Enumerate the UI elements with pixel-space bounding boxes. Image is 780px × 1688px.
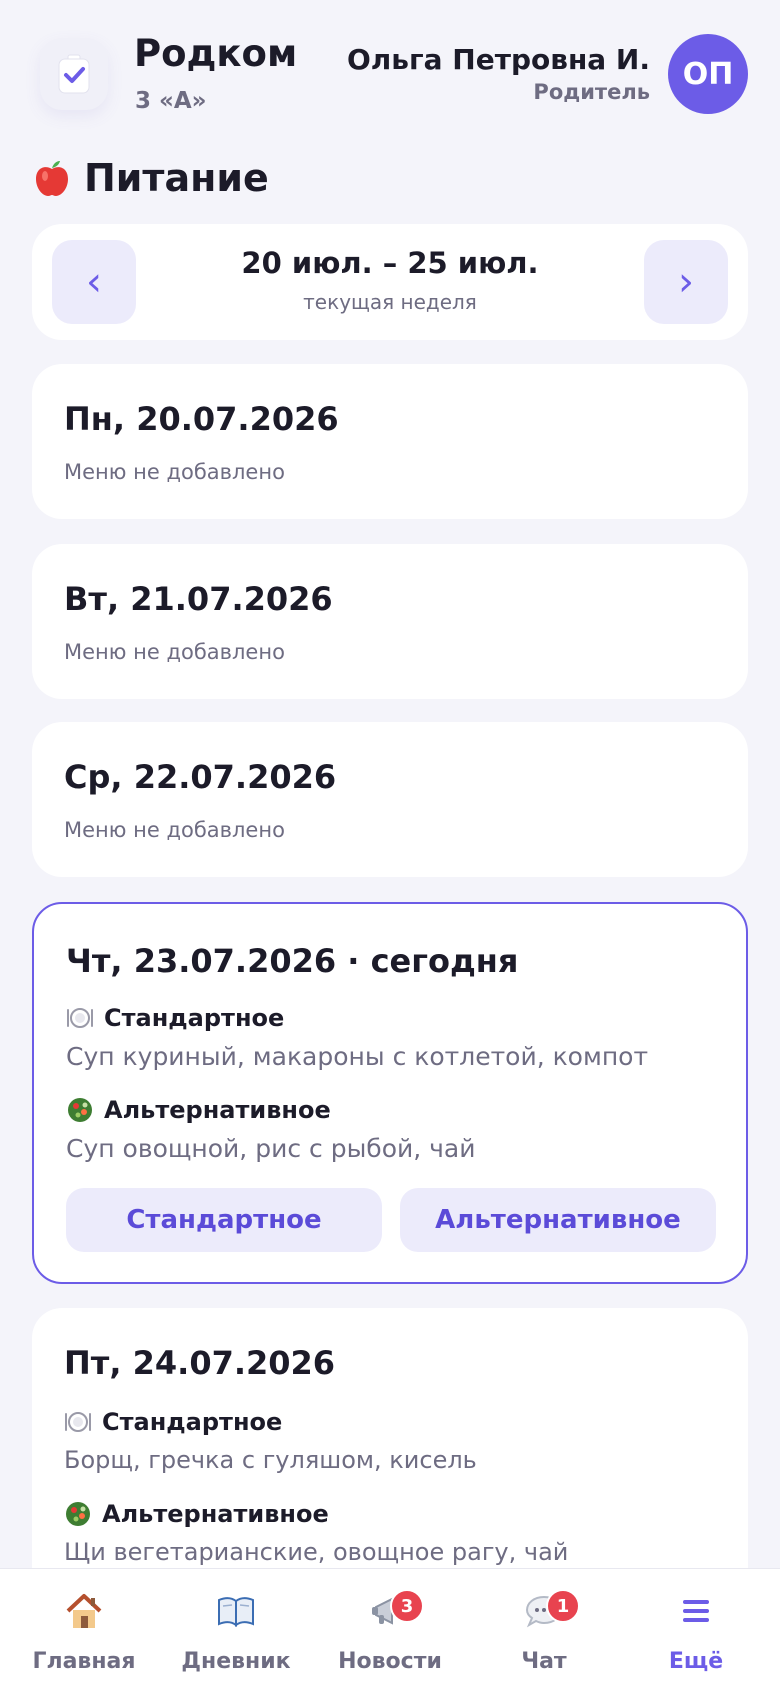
app-title: Родком: [134, 32, 298, 75]
app-logo-icon[interactable]: [40, 38, 108, 110]
day-note: Меню не добавлено: [64, 818, 285, 842]
avatar[interactable]: ОП: [668, 34, 748, 114]
page-title: Питание: [84, 156, 269, 200]
chat-icon: [466, 1589, 622, 1633]
nav-label: Ещё: [668, 1649, 724, 1674]
user-role: Родитель: [533, 80, 650, 104]
app-header: Родком 3 «А» Ольга Петровна И. Родитель …: [0, 0, 780, 140]
choose-alternative-button[interactable]: Альтернативное: [400, 1188, 716, 1252]
standard-menu-text: Борщ, гречка с гуляшом, кисель: [64, 1446, 477, 1474]
choose-standard-button[interactable]: Стандартное: [66, 1188, 382, 1252]
class-name[interactable]: 3 «А»: [135, 88, 207, 114]
day-date: Вт, 21.07.2026: [64, 580, 333, 618]
book-icon: [158, 1589, 314, 1633]
week-range: 20 июл. – 25 июл.: [241, 246, 539, 280]
nav-item-diary[interactable]: Дневник: [158, 1569, 314, 1688]
page-title-row: Питание: [32, 156, 269, 200]
day-date: Пт, 24.07.2026: [64, 1344, 336, 1382]
day-card-friday: Пт, 24.07.2026 Стандартное Борщ, гречка …: [32, 1308, 748, 1608]
bottom-nav: Главная Дневник 3 Новости 1 Чат Ещё: [0, 1568, 780, 1688]
week-subtitle: текущая неделя: [303, 290, 477, 314]
standard-label-text: Стандартное: [102, 1408, 283, 1436]
nav-label: Чат: [521, 1649, 567, 1674]
day-note: Меню не добавлено: [64, 640, 285, 664]
week-navigator: ‹ 20 июл. – 25 июл. текущая неделя ›: [32, 224, 748, 340]
chat-badge: 1: [546, 1589, 580, 1623]
alt-menu-label: Альтернативное: [64, 1500, 329, 1528]
day-note: Меню не добавлено: [64, 460, 285, 484]
nav-item-home[interactable]: Главная: [6, 1569, 162, 1688]
alt-label-text: Альтернативное: [102, 1500, 329, 1528]
nav-item-more[interactable]: Ещё: [618, 1569, 774, 1688]
day-date: Пн, 20.07.2026: [64, 400, 339, 438]
apple-icon: [36, 161, 68, 196]
salad-icon: [66, 1502, 90, 1526]
day-card-wednesday: Ср, 22.07.2026 Меню не добавлено: [32, 722, 748, 877]
day-date: Ср, 22.07.2026: [64, 758, 337, 796]
plate-icon: [65, 1412, 91, 1432]
plate-icon: [67, 1008, 93, 1028]
day-card-thursday-today: Чт, 23.07.2026 · сегодня Стандартное Суп…: [32, 902, 748, 1284]
standard-label-text: Стандартное: [104, 1004, 285, 1032]
day-date: Чт, 23.07.2026 · сегодня: [66, 942, 519, 980]
standard-menu-label: Стандартное: [64, 1408, 282, 1436]
alt-menu-text: Щи вегетарианские, овощное рагу, чай: [64, 1538, 569, 1566]
standard-menu-label: Стандартное: [66, 1004, 284, 1032]
nav-label: Дневник: [181, 1649, 291, 1674]
user-name: Ольга Петровна И.: [347, 43, 650, 76]
chevron-right-icon: ›: [678, 259, 694, 305]
alt-label-text: Альтернативное: [104, 1096, 331, 1124]
nav-item-news[interactable]: 3 Новости: [312, 1569, 468, 1688]
next-week-button[interactable]: ›: [644, 240, 728, 324]
nav-label: Новости: [338, 1649, 442, 1674]
alt-menu-text: Суп овощной, рис с рыбой, чай: [66, 1134, 476, 1163]
standard-menu-text: Суп куриный, макароны с котлетой, компот: [66, 1042, 649, 1071]
house-icon: [6, 1589, 162, 1633]
news-badge: 3: [390, 1589, 424, 1623]
alt-menu-label: Альтернативное: [66, 1096, 331, 1124]
menu-icon: [618, 1589, 774, 1633]
nav-item-chat[interactable]: 1 Чат: [466, 1569, 622, 1688]
day-card-monday: Пн, 20.07.2026 Меню не добавлено: [32, 364, 748, 519]
day-card-tuesday: Вт, 21.07.2026 Меню не добавлено: [32, 544, 748, 699]
nav-label: Главная: [32, 1649, 136, 1674]
salad-icon: [68, 1098, 92, 1122]
